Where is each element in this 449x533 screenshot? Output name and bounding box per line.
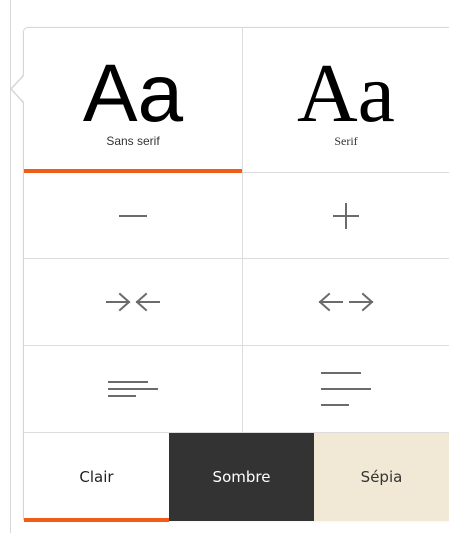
- decrease-font-size-button[interactable]: [24, 173, 242, 258]
- font-family-row: Aa Sans serif Aa Serif: [24, 28, 449, 173]
- font-label-sans: Sans serif: [106, 134, 160, 148]
- font-option-sans-serif[interactable]: Aa Sans serif: [24, 28, 242, 173]
- loose-spacing-button[interactable]: [242, 346, 449, 432]
- theme-sombre-label: Sombre: [212, 468, 271, 486]
- selected-indicator: [24, 518, 169, 522]
- line-width-row: [24, 259, 449, 346]
- theme-clair-button[interactable]: Clair: [24, 433, 169, 522]
- arrows-inward-icon: [105, 291, 161, 313]
- increase-font-size-button[interactable]: [242, 173, 449, 258]
- reader-settings-panel: Aa Sans serif Aa Serif Clair Sombre Sépi…: [23, 27, 449, 522]
- lines-tight-icon: [108, 379, 158, 399]
- minus-icon: [119, 214, 147, 218]
- plus-icon: [333, 202, 359, 229]
- settings-grid: Aa Sans serif Aa Serif Clair Sombre Sépi…: [24, 28, 449, 522]
- arrows-outward-icon: [318, 291, 374, 313]
- theme-sepia-label: Sépia: [360, 468, 403, 486]
- popover-caret: [12, 76, 24, 102]
- font-size-row: [24, 173, 449, 259]
- lines-loose-icon: [321, 370, 371, 408]
- line-spacing-row: [24, 346, 449, 433]
- theme-row: Clair Sombre Sépia: [24, 433, 449, 522]
- font-option-serif[interactable]: Aa Serif: [242, 28, 449, 172]
- theme-sombre-button[interactable]: Sombre: [169, 433, 314, 521]
- narrow-width-button[interactable]: [24, 259, 242, 345]
- theme-clair-label: Clair: [79, 468, 114, 486]
- font-sample-serif: Aa: [297, 46, 395, 140]
- font-sample-sans: Aa: [82, 48, 184, 139]
- font-label-serif: Serif: [334, 133, 358, 148]
- tight-spacing-button[interactable]: [24, 346, 242, 432]
- theme-sepia-button[interactable]: Sépia: [314, 433, 449, 521]
- widen-width-button[interactable]: [242, 259, 449, 345]
